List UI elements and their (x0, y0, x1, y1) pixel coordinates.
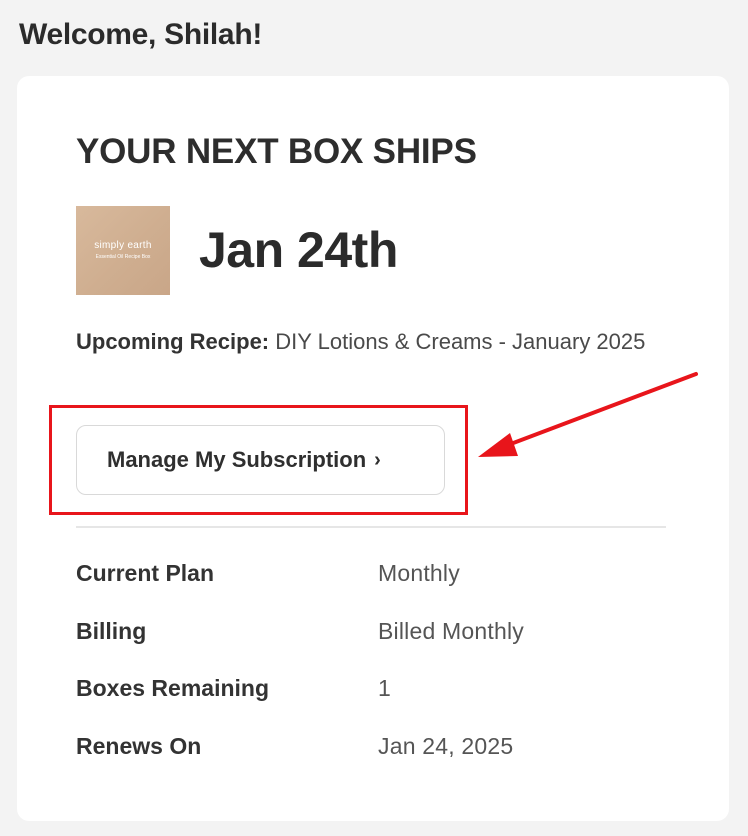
detail-row: Renews On Jan 24, 2025 (76, 733, 676, 791)
detail-row: Billing Billed Monthly (76, 618, 676, 676)
renews-on-label: Renews On (76, 732, 202, 759)
billing-label: Billing (76, 617, 147, 644)
current-plan-value: Monthly (378, 560, 460, 586)
next-box-heading: YOUR NEXT BOX SHIPS (76, 132, 477, 171)
thumbnail-subtitle: Essential Oil Recipe Box (95, 254, 151, 260)
current-plan-label: Current Plan (76, 560, 215, 586)
thumbnail-brand: simply earth (94, 240, 152, 251)
divider (76, 526, 666, 528)
renews-on-value: Jan 24, 2025 (378, 732, 514, 759)
boxes-remaining-label: Boxes Remaining (76, 675, 269, 701)
detail-row: Boxes Remaining 1 (76, 675, 676, 733)
recipe-label: Upcoming Recipe: (76, 329, 270, 354)
welcome-heading: Welcome, Shilah! (19, 18, 263, 51)
boxes-remaining-value: 1 (378, 675, 391, 701)
ship-date: Jan 24th (199, 222, 398, 278)
box-thumbnail: simply earth Essential Oil Recipe Box (76, 206, 170, 295)
recipe-value: DIY Lotions & Creams - January 2025 (275, 329, 646, 354)
red-arrow-icon (478, 372, 698, 457)
detail-row: Current Plan Monthly (76, 560, 676, 618)
plan-details: Current Plan Monthly Billing Billed Mont… (76, 560, 676, 790)
billing-value: Billed Monthly (378, 617, 524, 644)
upcoming-recipe: Upcoming Recipe: DIY Lotions & Creams - … (76, 324, 656, 360)
annotation-highlight-box (49, 405, 468, 515)
